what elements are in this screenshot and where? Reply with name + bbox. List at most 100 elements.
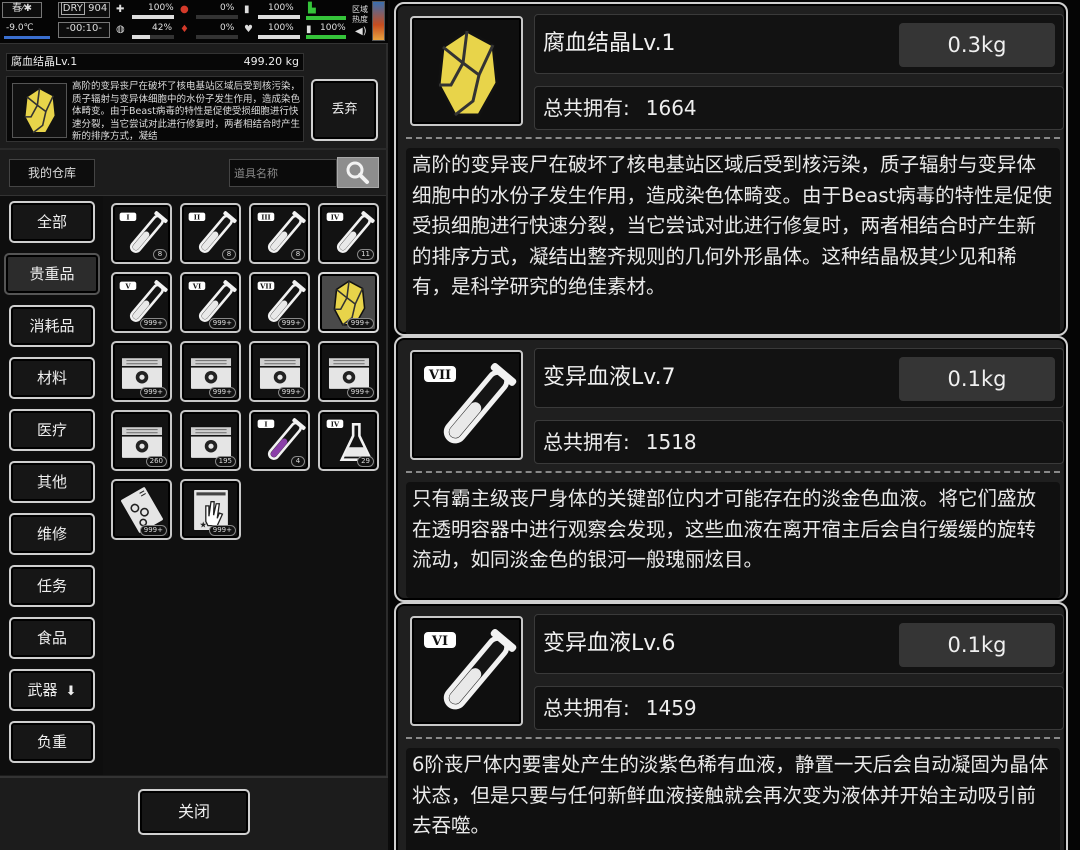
- item-card-name: 变异血液Lv.6: [543, 631, 676, 656]
- item-card-owned: 总共拥有: 1664: [534, 86, 1064, 130]
- total-weight: 499.20 kg: [243, 55, 299, 68]
- item-slot[interactable]: I4: [249, 410, 310, 471]
- storage-tab[interactable]: 我的仓库: [9, 159, 95, 187]
- category-tab[interactable]: 食品: [9, 617, 95, 659]
- crystal-icon: [23, 87, 57, 134]
- clock-display: -00:10-: [58, 22, 110, 38]
- category-tab[interactable]: 其他: [9, 461, 95, 503]
- temperature-bar: [4, 36, 50, 39]
- blood-percent: 0%: [220, 23, 235, 33]
- item-count-badge: 29: [357, 456, 374, 467]
- svg-text:VI: VI: [192, 282, 201, 290]
- item-grid: I 8 II 8 III 8 IV 11 V 999+ VI 999+ VII 999+ 999+ 999+ 9…: [103, 195, 386, 775]
- category-tab[interactable]: 全部: [9, 201, 95, 243]
- dry-label: DRY: [60, 2, 85, 15]
- item-search-input[interactable]: [229, 159, 337, 187]
- dashed-divider: [406, 137, 1060, 139]
- item-count-badge: 999+: [277, 387, 305, 398]
- item-slot[interactable]: 999+: [249, 341, 310, 402]
- item-count-badge: 999+: [208, 525, 236, 536]
- item-count-badge: 11: [357, 249, 374, 260]
- brain-icon: ◍: [116, 24, 125, 35]
- heart-percent: 100%: [268, 23, 294, 33]
- tube-vii-icon: VII: [422, 362, 517, 444]
- category-tab[interactable]: 消耗品: [9, 305, 95, 347]
- item-card-header: 腐血结晶Lv.1 0.3kg: [534, 14, 1064, 74]
- water-icon: ▙: [308, 3, 316, 14]
- arrow-down-icon: ⬇: [65, 684, 77, 699]
- battery-icon-2: ▮: [306, 24, 312, 35]
- item-slot[interactable]: IV 29: [318, 410, 379, 471]
- category-tab[interactable]: 任务: [9, 565, 95, 607]
- game-screen: 春⁄✱ -9.0℃ DRY 904 -00:10- ✚ 100% ◍ 42% ●…: [0, 0, 1080, 850]
- search-button[interactable]: [337, 157, 379, 188]
- snow-icon: ✱: [23, 3, 33, 14]
- battery-bar-2-fill: [306, 35, 346, 39]
- item-slot[interactable]: 999+: [111, 479, 172, 540]
- item-detail-list: 腐血结晶Lv.1 0.3kg 总共拥有: 1664 高阶的变异丧尸在破坏了核电基站区域后…: [390, 0, 1080, 850]
- item-count-badge: 999+: [139, 318, 167, 329]
- item-count-badge: 195: [214, 456, 236, 467]
- selected-item-description: 高阶的变异丧尸在破坏了核电基站区域后受到核污染，质子辐射与变异体细胞中的水份子发…: [72, 81, 301, 142]
- item-slot[interactable]: III 8: [249, 203, 310, 264]
- heat-label: 热度: [352, 15, 368, 24]
- item-slot[interactable]: 999+: [111, 341, 172, 402]
- season-badge: 春⁄✱: [2, 2, 42, 18]
- selected-item-detail: 高阶的变异丧尸在破坏了核电基站区域后受到核污染，质子辐射与变异体细胞中的水份子发…: [6, 76, 304, 142]
- item-card-weight: 0.1kg: [899, 357, 1055, 401]
- owned-label: 总共拥有:: [543, 96, 630, 120]
- item-card-name: 变异血液Lv.7: [543, 365, 676, 390]
- item-count-badge: 260: [145, 456, 167, 467]
- item-slot[interactable]: 260: [111, 410, 172, 471]
- category-tab[interactable]: 维修: [9, 513, 95, 555]
- item-slot[interactable]: VII 999+: [249, 272, 310, 333]
- item-slot[interactable]: II 8: [180, 203, 241, 264]
- category-tab[interactable]: 武器 ⬇: [9, 669, 95, 711]
- category-tab[interactable]: 贵重品: [4, 253, 100, 295]
- stomach-icon: ●: [180, 4, 189, 15]
- close-button[interactable]: 关闭: [138, 789, 250, 835]
- heart-bar-fill: [258, 35, 300, 39]
- item-count-badge: 999+: [346, 387, 374, 398]
- battery-bar-1-fill: [258, 15, 300, 19]
- svg-text:VI: VI: [431, 634, 448, 649]
- item-slot[interactable]: VI 999+: [180, 272, 241, 333]
- item-slot[interactable]: ★ 999+: [180, 479, 241, 540]
- item-card-description: 6阶丧尸体内要害处产生的淡紫色稀有血液，静置一天后会自动凝固为晶体状态，但是只要…: [406, 748, 1060, 850]
- blood-drop-icon: ♦: [180, 24, 189, 35]
- category-tab[interactable]: 负重: [9, 721, 95, 763]
- item-slot[interactable]: I8: [111, 203, 172, 264]
- svg-text:IV: IV: [331, 420, 340, 428]
- svg-text:I: I: [264, 420, 267, 428]
- item-count-badge: 8: [291, 249, 305, 260]
- category-tab[interactable]: 材料: [9, 357, 95, 399]
- item-card-description: 高阶的变异丧尸在破坏了核电基站区域后受到核污染，质子辐射与变异体细胞中的水份子发…: [406, 148, 1060, 334]
- heart-bar: [258, 35, 300, 39]
- inventory-panel: 春⁄✱ -9.0℃ DRY 904 -00:10- ✚ 100% ◍ 42% ●…: [0, 0, 388, 850]
- search-icon: [346, 161, 369, 184]
- svg-text:VII: VII: [259, 282, 272, 290]
- item-slot[interactable]: 999+: [318, 272, 379, 333]
- medkit-percent: 100%: [148, 3, 174, 13]
- item-slot[interactable]: V 999+: [111, 272, 172, 333]
- item-card[interactable]: VI 变异血液Lv.6 0.1kg 总共拥有: 1459 6阶丧尸体内要害处产生的淡紫色稀…: [394, 602, 1068, 850]
- item-card[interactable]: VII 变异血液Lv.7 0.1kg 总共拥有: 1518 只有霸主级丧尸身体的关键部位内…: [394, 336, 1068, 602]
- discard-button[interactable]: 丢弃: [311, 79, 378, 141]
- temperature-label: -9.0℃: [6, 23, 34, 33]
- owned-label: 总共拥有:: [543, 430, 630, 454]
- category-tab[interactable]: 医疗: [9, 409, 95, 451]
- item-count-badge: 8: [153, 249, 167, 260]
- speaker-icon[interactable]: ◀): [355, 27, 367, 37]
- svg-text:VII: VII: [428, 368, 451, 383]
- dashed-divider: [406, 471, 1060, 473]
- item-slot[interactable]: 195: [180, 410, 241, 471]
- stomach-percent: 0%: [220, 3, 235, 13]
- brain-percent: 42%: [152, 23, 173, 33]
- item-card-icon-frame: [410, 16, 523, 126]
- item-card[interactable]: 腐血结晶Lv.1 0.3kg 总共拥有: 1664 高阶的变异丧尸在破坏了核电基站区域后…: [394, 2, 1068, 336]
- item-slot[interactable]: IV 11: [318, 203, 379, 264]
- zone-heat-gauge: [372, 1, 385, 41]
- item-slot[interactable]: 999+: [180, 341, 241, 402]
- item-count-badge: 999+: [277, 318, 305, 329]
- item-slot[interactable]: 999+: [318, 341, 379, 402]
